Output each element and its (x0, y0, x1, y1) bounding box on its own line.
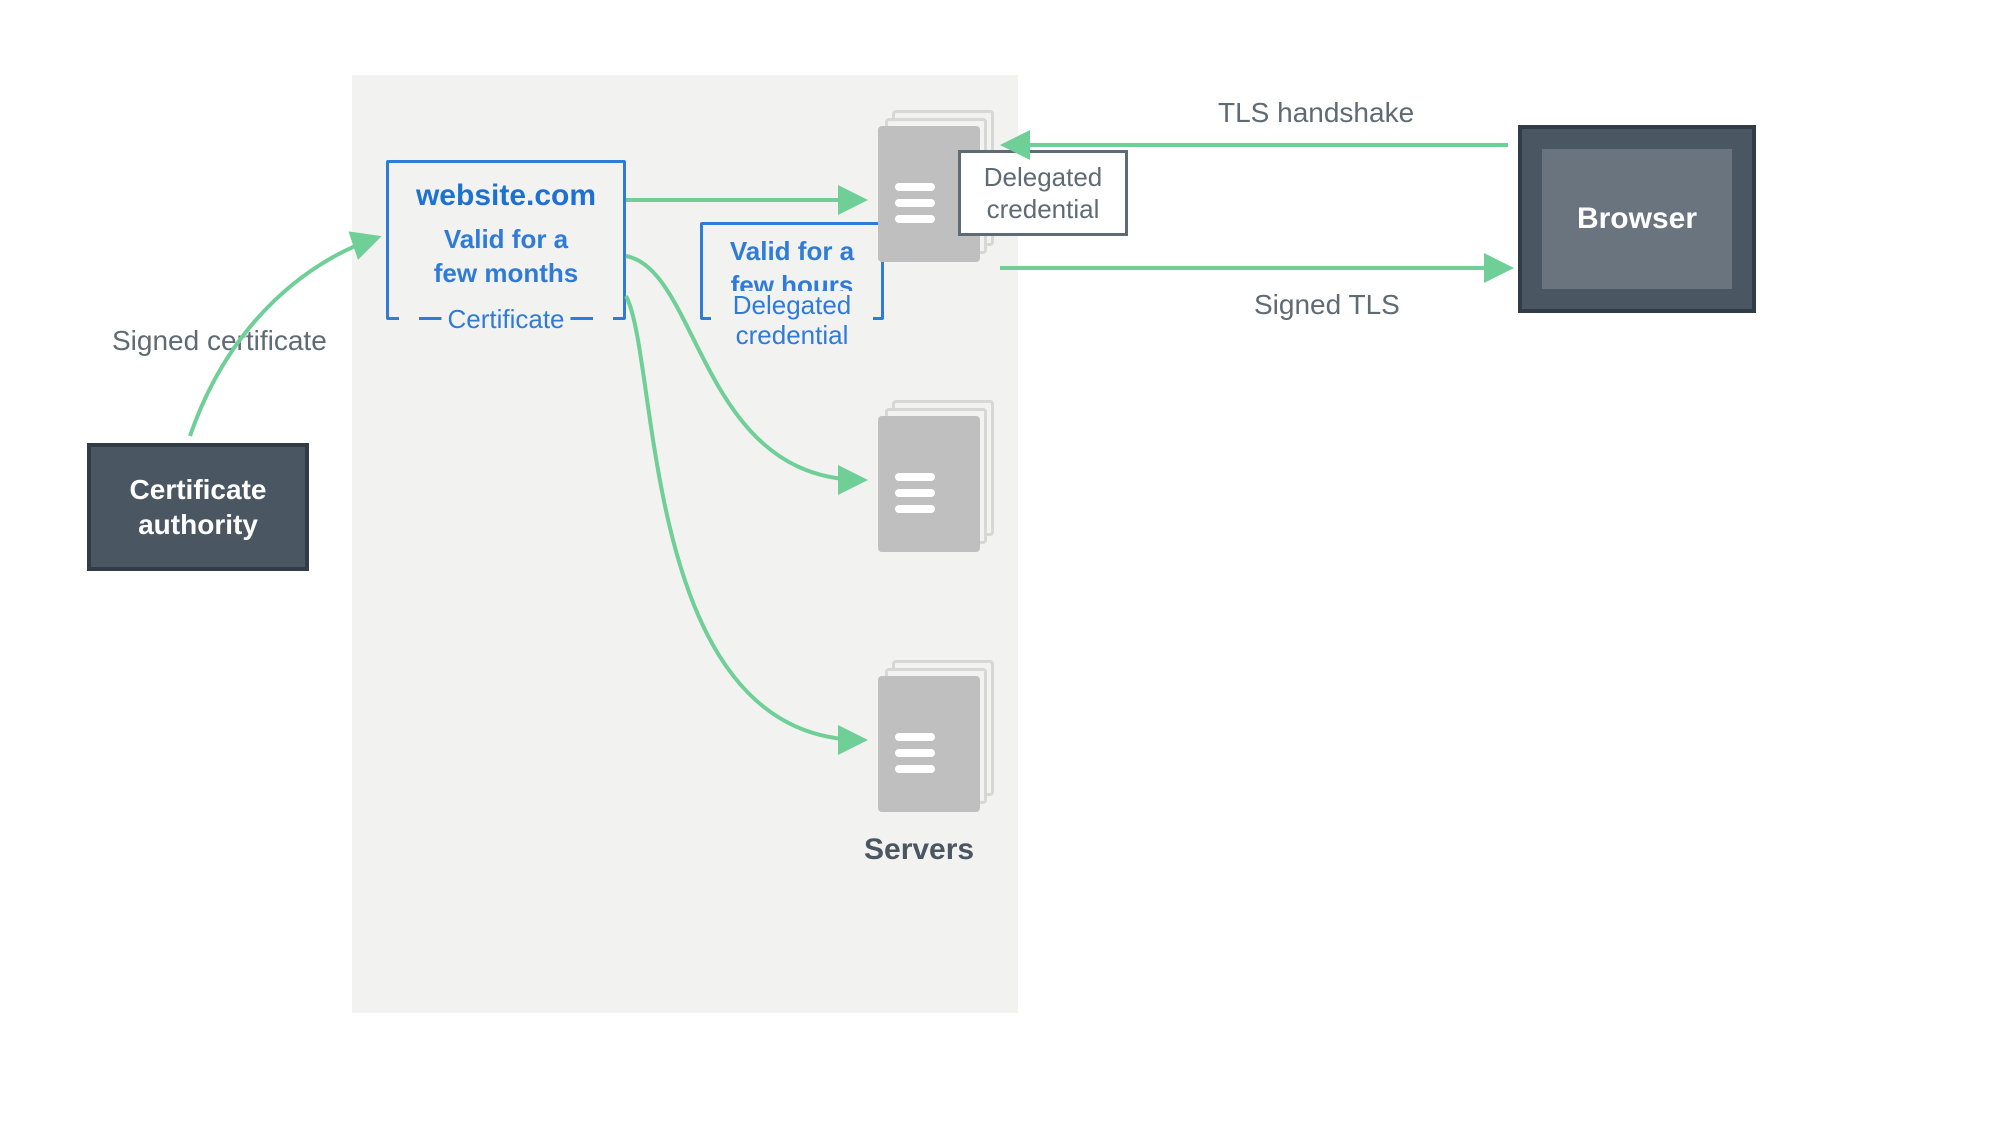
servers-label: Servers (864, 830, 974, 869)
delegated-credential-attached-label: Delegatedcredential (984, 161, 1103, 226)
certificate-box: website.com Valid for afew months Certif… (386, 160, 626, 320)
signed-tls-label: Signed TLS (1254, 287, 1400, 323)
delegated-credential-box: Valid for afew hours Delegatedcredential (700, 222, 884, 320)
certificate-authority-label: Certificateauthority (130, 472, 267, 542)
certificate-tag: Certificate (441, 304, 570, 335)
tls-handshake-label: TLS handshake (1218, 95, 1414, 131)
certificate-domain: website.com (389, 179, 623, 213)
server-stack-3 (878, 660, 988, 810)
delegated-credential-attached-box: Delegatedcredential (958, 150, 1128, 236)
delegated-credential-tag: Delegatedcredential (727, 291, 858, 351)
server-stack-2 (878, 400, 988, 550)
signed-certificate-label: Signed certificate (112, 323, 327, 359)
certificate-validity: Valid for afew months (389, 223, 623, 291)
certificate-authority-box: Certificateauthority (87, 443, 309, 571)
browser-box: Browser (1518, 125, 1756, 313)
browser-label: Browser (1577, 200, 1697, 238)
